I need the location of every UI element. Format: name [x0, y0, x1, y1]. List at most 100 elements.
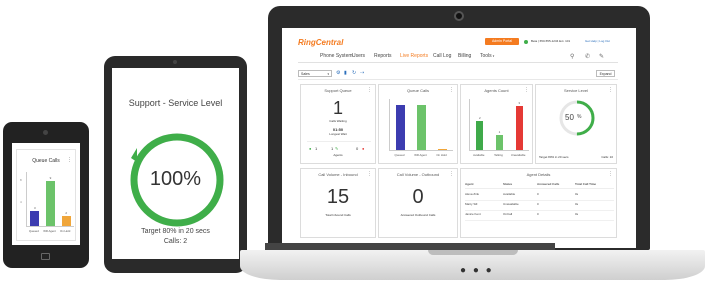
x-tick-label: Queued	[394, 153, 405, 157]
phone-axis-top: 8	[20, 178, 22, 182]
agents-unavailable-count: 0	[356, 146, 359, 151]
agents-count-chart: 2 1 3	[469, 99, 529, 151]
agents-unavailable-icon: ●	[362, 146, 365, 151]
outbound-kebab-icon[interactable]: ⋮	[449, 171, 454, 177]
inbound-title: Call Volume - Inbound	[318, 172, 358, 177]
phone-queue-card: Queue Calls ⋮ 8 4 392 Queued WR Agent On H…	[16, 149, 76, 241]
bar	[46, 181, 55, 226]
delete-icon[interactable]: ▮	[344, 70, 347, 76]
table-cell: Unavailable	[503, 202, 519, 206]
table-cell: 0s	[575, 212, 579, 216]
outbound-value: 0	[412, 186, 424, 208]
card-divider	[307, 141, 371, 142]
row-divider	[465, 200, 614, 201]
phone-kebab-icon[interactable]: ⋮	[67, 157, 72, 163]
nav-item-live-reports[interactable]: Live Reports	[400, 53, 428, 59]
table-header-cell: Total Call Time	[575, 182, 597, 186]
toolbar: Sales ▾ ⚙ ▮ ↻ ⇢ Expand	[298, 70, 618, 80]
phone-camera	[43, 130, 48, 135]
inbound-kebab-icon[interactable]: ⋮	[367, 171, 372, 177]
laptop-screen: RingCentral Admin Portal Beta | 650-555-…	[282, 28, 636, 248]
table-header-cell: Agent	[465, 182, 474, 186]
agent-details-kebab-icon[interactable]: ⋮	[608, 171, 613, 177]
table-cell: Janice Kent	[465, 212, 481, 216]
status-dot-icon	[524, 40, 528, 44]
bar	[61, 216, 71, 226]
nav-item-tools[interactable]: Tools▾	[480, 53, 494, 59]
bar-value-label: 2	[65, 211, 67, 215]
nav-item-billing[interactable]: Billing	[458, 53, 471, 59]
table-header-cell: Status	[503, 182, 513, 186]
expand-button[interactable]: Expand	[596, 70, 615, 77]
inbound-label: Total Inbound Calls	[325, 213, 351, 217]
inbound-card: Call Volume - Inbound ⋮ 15 Total Inbound…	[300, 168, 376, 238]
bar	[417, 104, 426, 150]
support-queue-title: Support Queue	[324, 88, 352, 93]
nav-item-call-log[interactable]: Call Log	[433, 53, 451, 59]
queue-calls-kebab-icon[interactable]: ⋮	[449, 87, 454, 93]
service-level-card: Service Level ⋮ 50 % Target 80% in 20 se…	[535, 84, 617, 164]
bar	[396, 104, 405, 150]
admin-portal-button[interactable]: Admin Portal	[485, 38, 519, 45]
status-text: Beta | 650-555-1234 Ext. 101	[531, 39, 571, 43]
brand-logo[interactable]: RingCentral	[298, 38, 343, 47]
settings-icon[interactable]: ⚙	[336, 70, 340, 76]
queue-calls-chart	[389, 99, 453, 151]
x-tick-label: Queued	[28, 229, 39, 233]
nav-item-phone-system[interactable]: Phone System	[320, 53, 353, 59]
bar	[476, 120, 484, 150]
tablet-calls: Calls: 2	[163, 238, 188, 245]
x-tick-label: Available	[473, 153, 485, 157]
queue-calls-title: Queue Calls	[406, 88, 429, 93]
bar	[496, 135, 503, 150]
bar-value-label: 3	[518, 100, 520, 105]
service-level-calls: Calls: 10	[601, 155, 613, 159]
share-icon[interactable]: ⇢	[360, 70, 364, 76]
table-header-cell: Answered Calls	[537, 182, 560, 186]
outbound-label: Answered Outbound Calls	[400, 213, 436, 217]
agents-count-x-labels: Available Talking Unavailable	[469, 153, 529, 159]
agent-details-card: Agent Details ⋮ Agent Status Answered Call…	[460, 168, 617, 238]
table-cell: Available	[503, 192, 516, 196]
table-cell: 0s	[575, 202, 579, 206]
calls-waiting-value: 1	[332, 98, 343, 118]
refresh-icon[interactable]: ↻	[352, 70, 356, 76]
service-level-kebab-icon[interactable]: ⋮	[608, 87, 613, 93]
table-row[interactable]: Janice Kent OnCall 0 0s	[465, 212, 614, 220]
x-tick-label: On Hold	[60, 229, 71, 233]
phone-device: Queue Calls ⋮ 8 4 392 Queued WR Agent On H…	[3, 122, 89, 268]
phone-icon[interactable]: ✆	[585, 53, 590, 60]
bar-value-label: 9	[49, 176, 52, 180]
agents-available-icon: ●	[309, 146, 312, 151]
x-tick-label: WR Agent	[414, 153, 427, 157]
nav-item-reports[interactable]: Reports	[374, 53, 392, 59]
support-queue-kebab-icon[interactable]: ⋮	[367, 87, 372, 93]
queue-select[interactable]: Sales ▾	[298, 70, 332, 77]
calls-waiting-label: Calls Waiting	[329, 119, 347, 123]
table-cell: 0	[537, 202, 539, 206]
tablet-device: Support - Service Level 100% Target 80% …	[104, 56, 247, 273]
agents-count-kebab-icon[interactable]: ⋮	[524, 87, 529, 93]
help-logout-links[interactable]: Get Help | Log Out	[585, 39, 610, 43]
phone-home-button[interactable]	[41, 253, 50, 260]
table-row[interactable]: Marty Sill Unavailable 0 0s	[465, 202, 614, 210]
percent-sign: %	[577, 114, 582, 120]
bar	[515, 105, 523, 150]
edit-icon[interactable]: ✎	[599, 53, 604, 60]
network-icon[interactable]: ⚲	[570, 53, 574, 60]
bar-value-label: 3	[33, 206, 36, 210]
laptop-lid: RingCentral Admin Portal Beta | 650-555-…	[268, 6, 650, 250]
table-cell: 0	[537, 212, 539, 216]
x-tick-label: Talking	[494, 153, 503, 157]
tablet-title: Support - Service Level	[128, 98, 223, 108]
row-divider	[465, 210, 614, 211]
agents-idle-icon: ✎	[335, 146, 339, 151]
phone-axis-mid: 4	[20, 200, 22, 204]
table-cell: Alexa Zink	[465, 192, 480, 196]
tablet-target: Target 80% in 20 secs	[141, 228, 210, 235]
tablet-camera	[173, 60, 177, 64]
nav-item-users[interactable]: Users	[352, 53, 365, 59]
service-level-title: Service Level	[563, 88, 588, 93]
chevron-down-icon: ▾	[492, 54, 495, 58]
table-row[interactable]: Alexa Zink Available 0 0s	[465, 192, 614, 200]
